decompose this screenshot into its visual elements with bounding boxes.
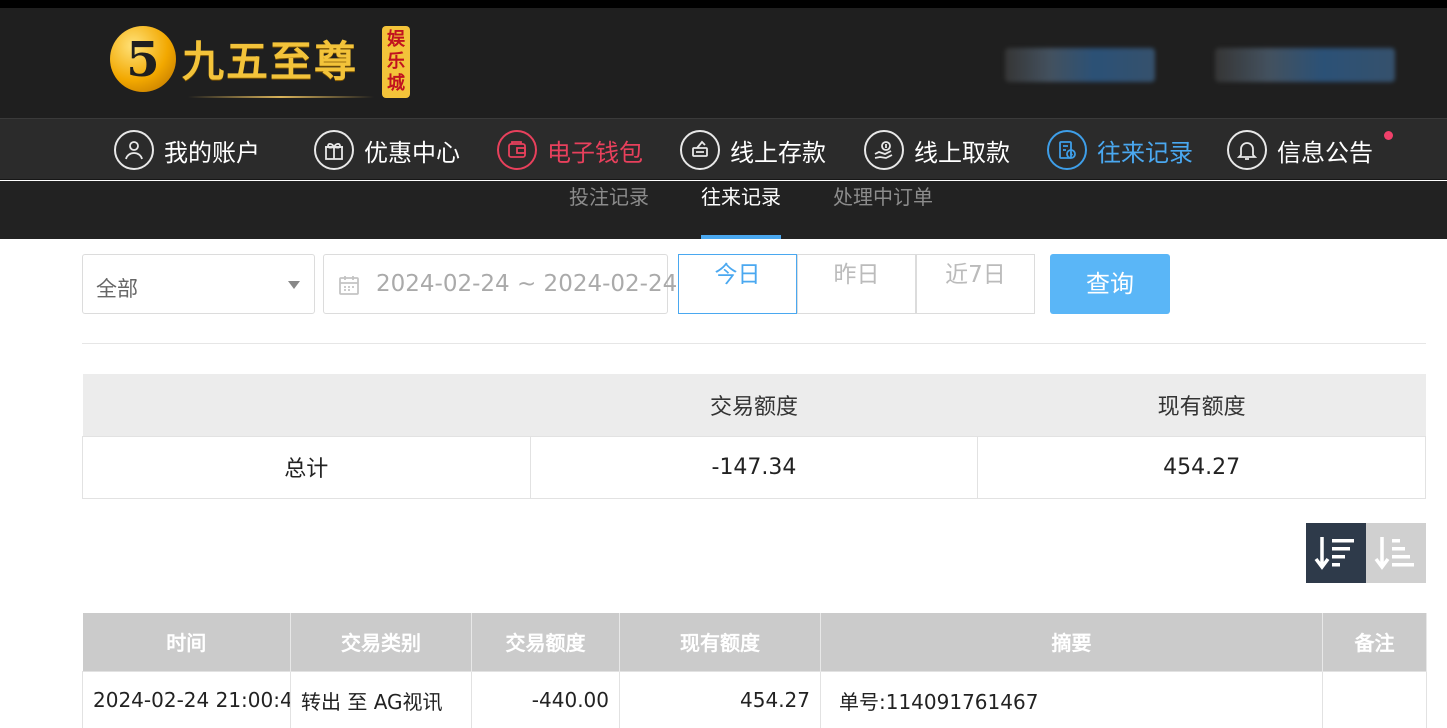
- col-header-remark[interactable]: 备注: [1322, 613, 1427, 671]
- nav-online-withdraw[interactable]: 线上取款: [864, 129, 1010, 171]
- gift-icon: [314, 130, 354, 170]
- date-range-value: 2024-02-24 ~ 2024-02-24: [376, 271, 678, 297]
- user-icon: [114, 130, 154, 170]
- nav-e-wallet[interactable]: 电子钱包: [497, 129, 643, 171]
- quick-today-button[interactable]: 今日: [678, 254, 797, 314]
- nav-label: 优惠中心: [364, 138, 460, 167]
- nav-label: 我的账户: [164, 138, 260, 167]
- records-table: 时间 交易类别 交易额度 现有额度 摘要 备注 2024-02-24 21:00…: [82, 613, 1427, 728]
- bell-icon: [1227, 130, 1267, 170]
- query-button[interactable]: 查询: [1050, 254, 1170, 314]
- summary-header-amount: 交易额度: [530, 374, 978, 436]
- top-strip: [0, 0, 1447, 8]
- tab-pending-orders[interactable]: 处理中订单: [833, 181, 933, 239]
- quick-yesterday-button[interactable]: 昨日: [797, 254, 916, 314]
- blurred-balance: [1215, 48, 1395, 82]
- nav-label: 信息公告: [1277, 138, 1373, 167]
- summary-table: 交易额度 现有额度 总计 -147.34 454.27: [82, 374, 1426, 499]
- withdraw-icon: [864, 130, 904, 170]
- records-header-row: 时间 交易类别 交易额度 现有额度 摘要 备注: [82, 613, 1427, 671]
- section-divider: [82, 343, 1426, 344]
- deposit-icon: [680, 130, 720, 170]
- col-header-summary[interactable]: 摘要: [820, 613, 1323, 671]
- notification-dot: [1384, 131, 1393, 140]
- tab-bet-records[interactable]: 投注记录: [569, 181, 649, 239]
- cell-amount: -440.00: [471, 670, 620, 728]
- cell-balance: 454.27: [619, 670, 821, 728]
- summary-total-row: 总计 -147.34 454.27: [82, 435, 1426, 499]
- site-header: 5 九五至尊 娱乐城: [0, 8, 1447, 118]
- blurred-username: [1005, 48, 1155, 82]
- cell-type: 转出 至 AG视讯: [290, 670, 472, 728]
- summary-header-row: 交易额度 现有额度: [82, 374, 1426, 436]
- sub-nav: 投注记录 往来记录 处理中订单: [0, 181, 1447, 239]
- nav-online-deposit[interactable]: 线上存款: [680, 129, 826, 171]
- summary-header-blank: [82, 374, 531, 436]
- summary-total-label: 总计: [82, 435, 531, 499]
- table-row: 2024-02-24 21:00:41 转出 至 AG视讯 -440.00 45…: [82, 670, 1427, 728]
- cell-remark: [1322, 670, 1427, 728]
- wallet-icon: [497, 130, 537, 170]
- date-range-input[interactable]: 2024-02-24 ~ 2024-02-24: [323, 254, 677, 314]
- tab-transaction-records[interactable]: 往来记录: [701, 181, 781, 239]
- type-select-value: 全部: [96, 277, 138, 301]
- logo-emblem: 5: [110, 26, 176, 92]
- nav-promotions[interactable]: 优惠中心: [314, 129, 460, 171]
- sort-ascending-button[interactable]: [1366, 523, 1426, 583]
- nav-label: 线上存款: [730, 138, 826, 167]
- nav-my-account[interactable]: 我的账户: [114, 129, 260, 171]
- logo-ornament: [188, 96, 374, 98]
- sort-descending-icon: [1314, 537, 1354, 570]
- sort-ascending-icon: [1374, 537, 1414, 570]
- main-nav: 我的账户 优惠中心 电子钱包 线上存款 线上取款 往来记录 信息公告: [0, 118, 1447, 180]
- summary-total-balance: 454.27: [977, 435, 1426, 499]
- col-header-amount[interactable]: 交易额度: [471, 613, 620, 671]
- cell-summary: 单号:114091761467: [820, 670, 1323, 728]
- logo-numeral: 5: [126, 32, 160, 88]
- nav-label: 往来记录: [1097, 138, 1193, 167]
- records-icon: [1047, 130, 1087, 170]
- summary-total-amount: -147.34: [529, 435, 979, 499]
- caret-down-icon: [288, 281, 300, 289]
- col-header-time[interactable]: 时间: [82, 613, 291, 671]
- cell-time: 2024-02-24 21:00:41: [82, 670, 291, 728]
- nav-announcements[interactable]: 信息公告: [1227, 129, 1393, 171]
- type-select[interactable]: 全部: [82, 254, 315, 314]
- calendar-icon: [339, 276, 359, 295]
- nav-transaction-records[interactable]: 往来记录: [1047, 129, 1193, 171]
- logo-badge: 娱乐城: [382, 26, 410, 98]
- nav-label: 电子钱包: [547, 138, 643, 167]
- logo-name: 九五至尊: [182, 37, 359, 86]
- nav-label: 线上取款: [914, 138, 1010, 167]
- col-header-balance[interactable]: 现有额度: [619, 613, 821, 671]
- sort-descending-button[interactable]: [1306, 523, 1366, 583]
- site-logo[interactable]: 5 九五至尊 娱乐城: [110, 24, 410, 104]
- col-header-type[interactable]: 交易类别: [290, 613, 472, 671]
- quick-last7days-button[interactable]: 近7日: [916, 254, 1035, 314]
- summary-header-balance: 现有额度: [977, 374, 1426, 436]
